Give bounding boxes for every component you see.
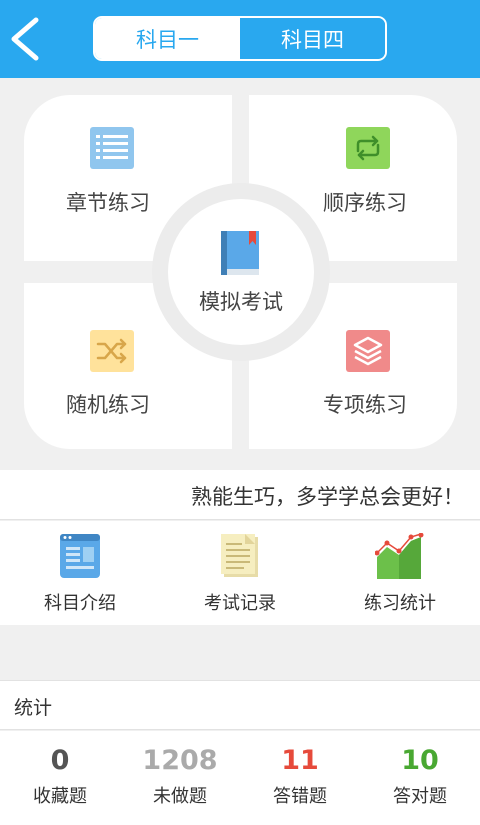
stats-chart-icon [374, 532, 425, 579]
exam-records-button[interactable]: 考试记录 [160, 521, 320, 625]
tab-subject-one[interactable]: 科目一 [95, 18, 240, 59]
random-practice-label: 随机练习 [66, 393, 150, 417]
stat-undone[interactable]: 1208 未做题 [120, 731, 240, 825]
stat-favorites[interactable]: 0 收藏题 [0, 731, 120, 825]
mock-exam-label: 模拟考试 [199, 290, 283, 314]
loop-icon [346, 127, 390, 169]
stat-wrong[interactable]: 11 答错题 [240, 731, 360, 825]
motto-text: 熟能生巧，多学学总会更好！ [191, 485, 464, 509]
stat-wrong-value: 11 [281, 745, 319, 776]
back-arrow-icon[interactable] [4, 14, 48, 64]
mock-exam-button[interactable]: 模拟考试 [168, 199, 314, 345]
document-icon [59, 533, 101, 579]
exam-records-label: 考试记录 [204, 593, 276, 614]
stat-favorites-label: 收藏题 [33, 786, 87, 807]
subject-intro-label: 科目介绍 [44, 593, 116, 614]
stat-favorites-value: 0 [50, 745, 70, 776]
notepad-icon [219, 533, 261, 579]
stat-correct-label: 答对题 [393, 786, 447, 807]
tool-row: 科目介绍 考试记录 练习统计 [0, 521, 480, 625]
practice-grid: 章节练习 顺序练习 随机练习 专项练习 模拟考试 [0, 78, 480, 468]
layers-icon [346, 330, 390, 372]
stat-undone-label: 未做题 [153, 786, 207, 807]
practice-stats-button[interactable]: 练习统计 [320, 521, 480, 625]
special-practice-label: 专项练习 [323, 393, 407, 417]
stat-correct[interactable]: 10 答对题 [360, 731, 480, 825]
sequential-practice-label: 顺序练习 [323, 191, 407, 215]
stats-row: 0 收藏题 1208 未做题 11 答错题 10 答对题 [0, 731, 480, 825]
shuffle-icon [90, 330, 134, 372]
top-bar: 科目一 科目四 [0, 0, 480, 78]
tab-subject-four[interactable]: 科目四 [240, 18, 385, 59]
list-icon [90, 127, 134, 169]
stat-wrong-label: 答错题 [273, 786, 327, 807]
motto-banner: 熟能生巧，多学学总会更好！ [0, 470, 480, 520]
book-icon [221, 231, 261, 277]
stats-header: 统计 [0, 680, 480, 730]
stat-undone-value: 1208 [142, 745, 218, 776]
practice-stats-label: 练习统计 [364, 593, 436, 614]
stat-correct-value: 10 [401, 745, 439, 776]
stats-title: 统计 [14, 697, 53, 719]
subject-tabs: 科目一 科目四 [93, 16, 387, 61]
subject-intro-button[interactable]: 科目介绍 [0, 521, 160, 625]
chapter-practice-label: 章节练习 [66, 191, 150, 215]
